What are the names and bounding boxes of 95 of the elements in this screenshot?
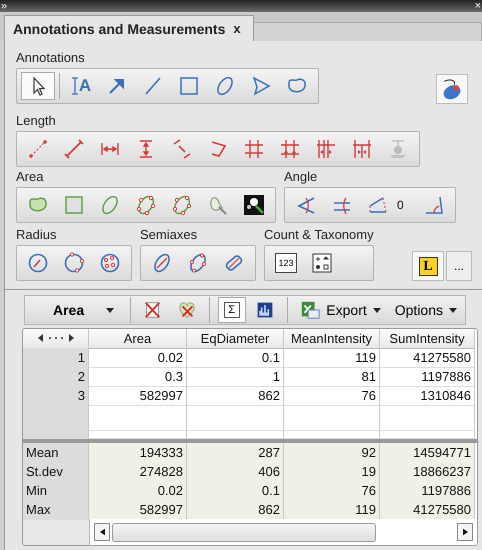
ellipse-points-icon [187, 252, 209, 274]
wand-icon [243, 194, 265, 216]
row-header: St.dev [23, 462, 89, 482]
grid-icon [243, 138, 265, 160]
table-cell: 0.02 [89, 481, 187, 501]
table-cell: 41275580 [380, 500, 475, 520]
horizontal-scrollbar[interactable] [89, 519, 477, 545]
table-cell: 582997 [89, 500, 187, 520]
caret-icon [449, 308, 457, 312]
table-cell: 0.1 [187, 481, 284, 501]
table-cell: 19 [284, 462, 380, 482]
section-label: Semiaxes [140, 227, 198, 242]
row-header: Mean [23, 443, 89, 463]
table-cell: 1310846 [380, 386, 475, 406]
label-button[interactable]: L [412, 251, 444, 281]
scroll-left-button[interactable] [94, 523, 110, 541]
circle-points-icon [99, 252, 121, 274]
section-label: Radius [16, 227, 58, 242]
segment-icon [63, 138, 85, 160]
section-label: Length [16, 113, 56, 128]
section-label: Count & Taxonomy [264, 227, 374, 242]
summary-button[interactable]: Σ [218, 297, 246, 323]
table-cell: 582997 [89, 386, 187, 406]
diagonal-measure-icon [171, 138, 193, 160]
ellipse-icon [214, 75, 236, 97]
column-header[interactable]: SumIntensity [380, 329, 475, 349]
table-cell: 0.1 [187, 348, 284, 368]
table-cell: 76 [284, 481, 380, 501]
heart-delete-icon [176, 300, 197, 320]
caret-icon [372, 308, 381, 312]
table-cell: 1197886 [380, 367, 475, 387]
row-header: 3 [23, 386, 89, 406]
more-button[interactable]: ... [446, 251, 472, 281]
table-cell: 18866237 [380, 462, 475, 482]
row-header: 1 [23, 348, 89, 368]
row-header: Min [23, 481, 89, 501]
table-cell: 14594771 [380, 443, 475, 463]
polygon-icon [250, 75, 272, 97]
table-cell: 1 [187, 367, 284, 387]
grid-icon [351, 138, 373, 160]
options-button[interactable]: Options [390, 302, 461, 318]
column-header[interactable]: MeanIntensity [284, 329, 380, 349]
feature-dropdown[interactable]: Area [29, 302, 122, 318]
table-cell: 1197886 [380, 481, 475, 501]
column-scroll-icon [38, 333, 74, 343]
grid-icon [279, 138, 301, 160]
left-arrow-icon [100, 528, 104, 536]
numbers-icon: 123 [275, 253, 297, 273]
annotation-tool[interactable]: A [64, 72, 98, 100]
table-cell: 41275580 [380, 348, 475, 368]
rectangle-icon [178, 75, 200, 97]
histogram-icon [256, 301, 274, 319]
table-cell: 0.02 [89, 348, 187, 368]
table-cell: 406 [187, 462, 284, 482]
circle-radius-icon [27, 252, 49, 274]
row-header: Max [23, 500, 89, 520]
point-polygon-icon [135, 194, 157, 216]
spreadsheet-icon [300, 300, 320, 320]
export-button[interactable]: Export [296, 300, 385, 320]
table-cell: 119 [284, 500, 380, 520]
section-label: Angle [284, 169, 318, 184]
scroll-thumb[interactable] [112, 522, 376, 542]
count-tool[interactable]: 123 [269, 249, 303, 277]
angle-value: 0 [397, 198, 405, 212]
points-icon [27, 138, 49, 160]
right-arrow-icon [462, 528, 468, 536]
table-cell: 287 [187, 443, 284, 463]
panel-tab[interactable]: Annotations and Measurements x [4, 15, 254, 41]
table-cell: 76 [284, 386, 380, 406]
column-header[interactable]: EqDiameter [187, 329, 284, 349]
row-header: 2 [23, 367, 89, 387]
mouse-button[interactable] [436, 74, 468, 104]
table-cell: 274828 [89, 462, 187, 482]
table-cell: 0.3 [89, 367, 187, 387]
table-cell: 119 [284, 348, 380, 368]
ellipse-axis-icon [151, 252, 173, 274]
table-cell: 92 [284, 443, 380, 463]
circle-points-icon [63, 252, 85, 274]
point-polygon-icon [171, 194, 193, 216]
caret-icon [106, 308, 114, 312]
table-cell: 81 [284, 367, 380, 387]
section-label: Annotations [16, 50, 85, 65]
scroll-right-button[interactable] [457, 523, 473, 541]
table-cell: 194333 [89, 443, 187, 463]
table-cell: 862 [187, 500, 284, 520]
annotation-tool[interactable] [21, 72, 55, 100]
collapse-button[interactable]: » [1, 0, 8, 12]
section-label: Area [16, 169, 44, 184]
grid-icon [315, 138, 337, 160]
close-button[interactable]: × [474, 0, 481, 12]
square-icon [63, 194, 85, 216]
table-cell: 862 [187, 386, 284, 406]
classes-icon [311, 252, 333, 274]
angle-icon [423, 194, 445, 216]
column-header[interactable]: Area [89, 329, 187, 349]
